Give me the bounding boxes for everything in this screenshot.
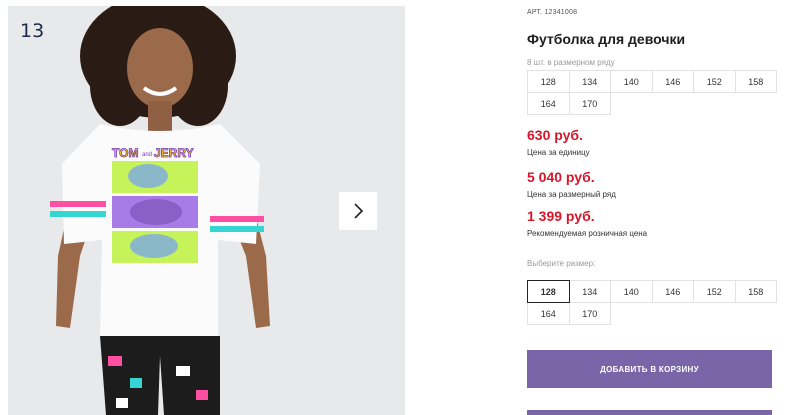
chevron-right-icon (354, 203, 364, 219)
size-option[interactable]: 152 (693, 280, 736, 303)
row-size: 134 (568, 70, 611, 93)
price-retail-note: Рекомендуемая розничная цена (527, 229, 648, 238)
article-value: 12341008 (544, 9, 578, 16)
print-text-jerry: JERRY (154, 146, 194, 160)
product-gallery: TOM and JERRY 13 (0, 0, 405, 415)
size-option-selected[interactable]: 128 (527, 280, 570, 303)
row-size: 128 (527, 70, 570, 93)
size-option[interactable]: 170 (568, 302, 611, 325)
size-option[interactable]: 140 (610, 280, 653, 303)
price-unit: 630 руб. (527, 127, 583, 143)
price-row-note: Цена за размерный ряд (527, 190, 616, 199)
size-row-note: 8 шт. в размерном ряду (527, 58, 615, 67)
row-size: 170 (568, 92, 611, 115)
add-to-cart-button[interactable]: ДОБАВИТЬ В КОРЗИНУ (527, 350, 772, 388)
size-option[interactable]: 146 (651, 280, 694, 303)
row-size: 146 (651, 70, 694, 93)
row-size: 164 (527, 92, 570, 115)
product-illustration: TOM and JERRY (8, 6, 316, 415)
image-counter: 13 (20, 20, 45, 42)
article-number: АРТ. 12341008 (527, 9, 577, 16)
price-unit-note: Цена за единицу (527, 148, 590, 157)
price-retail: 1 399 руб. (527, 208, 595, 224)
size-option[interactable]: 134 (568, 280, 611, 303)
price-row: 5 040 руб. (527, 169, 595, 185)
product-title: Футболка для девочки (527, 31, 686, 47)
row-size: 152 (693, 70, 736, 93)
size-selector: 128 134 140 146 152 158 164 170 (527, 280, 777, 325)
article-label: АРТ. (527, 9, 543, 16)
row-size: 158 (734, 70, 777, 93)
row-size: 140 (610, 70, 653, 93)
size-option[interactable]: 164 (527, 302, 570, 325)
secondary-button-edge[interactable] (527, 410, 772, 415)
size-row-list: 128 134 140 146 152 158 164 170 (527, 70, 777, 115)
size-option[interactable]: 158 (734, 280, 777, 303)
print-text-tom: TOM (112, 146, 138, 160)
print-text-and: and (142, 152, 152, 158)
next-image-button[interactable] (339, 192, 377, 230)
choose-size-label: Выберите размер: (527, 259, 596, 268)
product-photo[interactable]: TOM and JERRY 13 (8, 6, 316, 415)
